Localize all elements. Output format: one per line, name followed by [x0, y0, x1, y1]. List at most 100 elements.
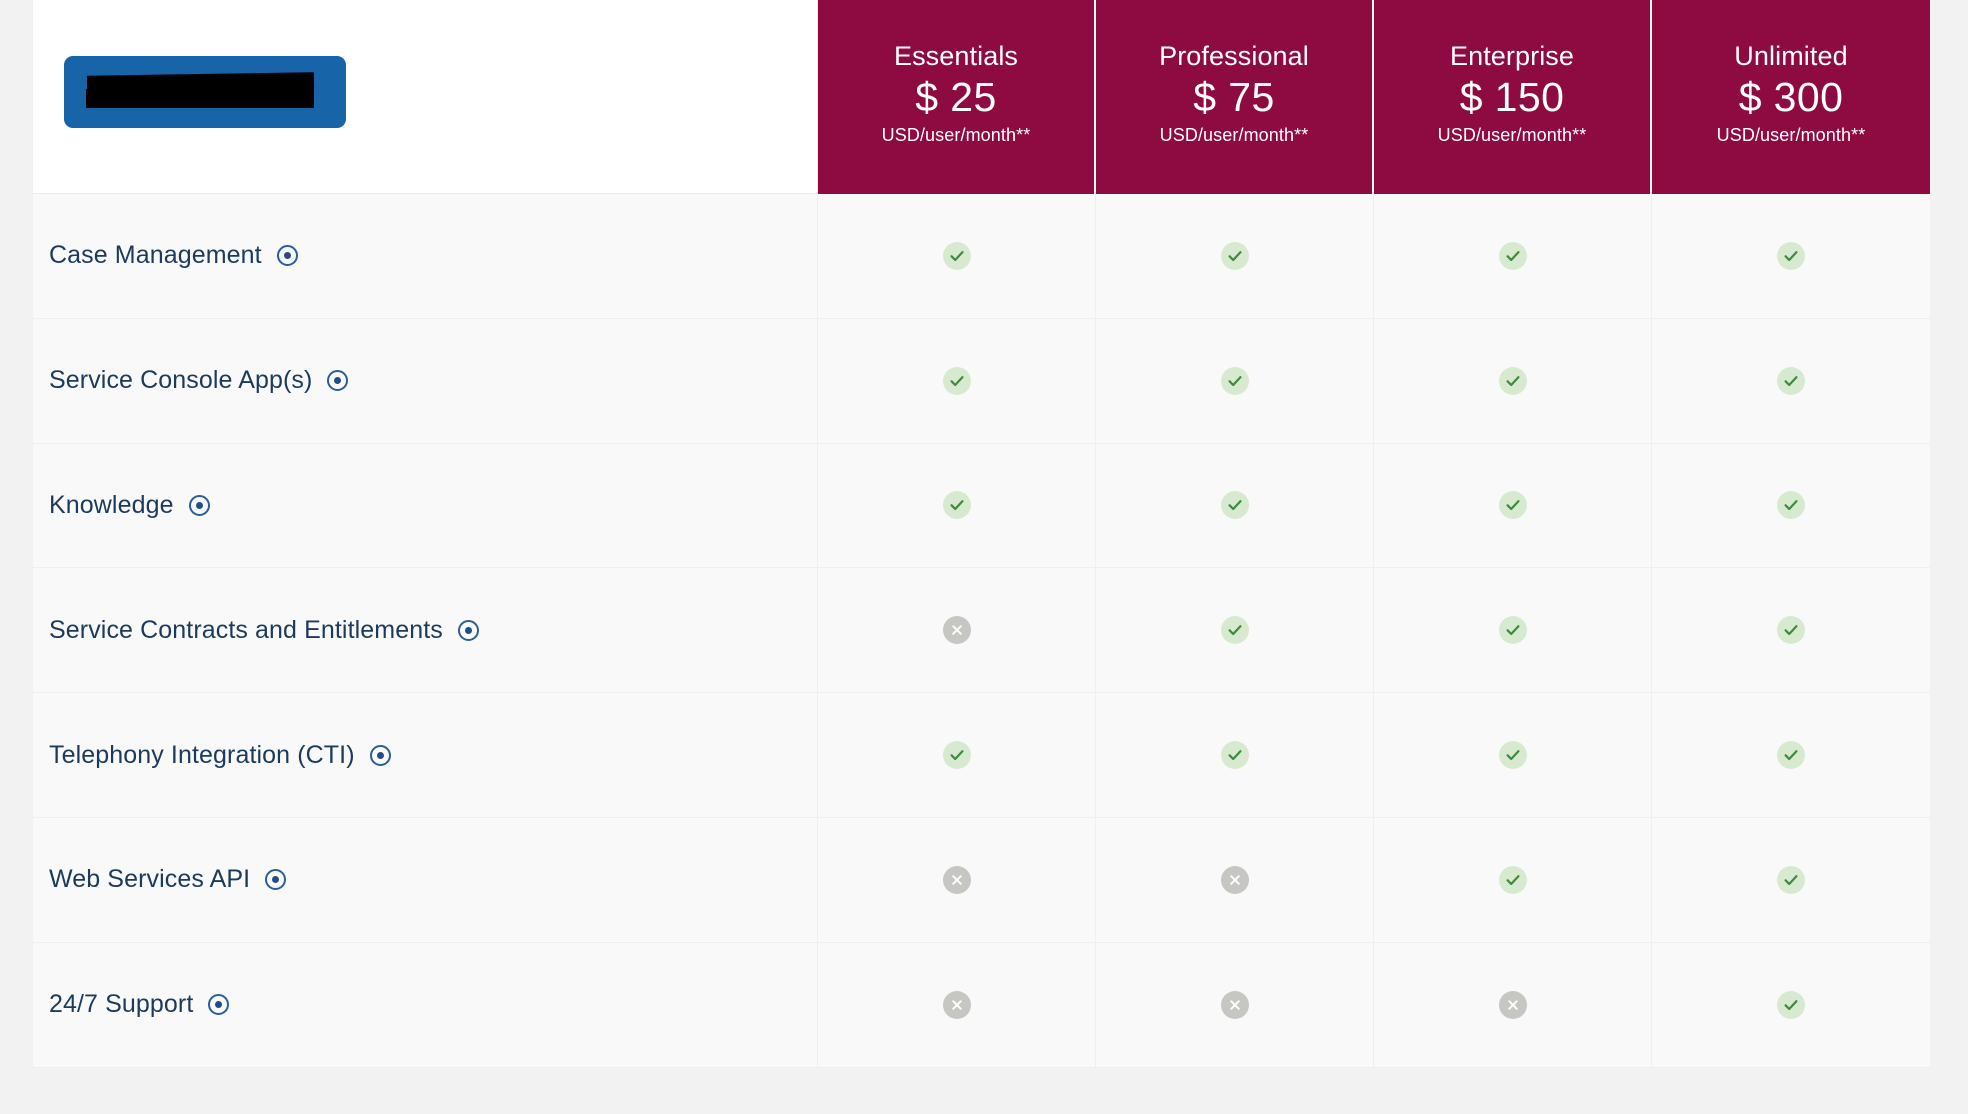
check-circle-icon — [942, 366, 971, 395]
feature-cell-unlimited — [1652, 818, 1930, 942]
check-circle-icon — [1498, 741, 1527, 770]
check-circle-icon — [1777, 366, 1805, 395]
plan-name: Unlimited — [1734, 41, 1848, 72]
check-circle-icon — [1220, 741, 1249, 770]
feature-cell-enterprise — [1374, 318, 1652, 443]
feature-cell-enterprise — [1374, 817, 1652, 942]
x-circle-icon — [942, 990, 971, 1019]
plan-price: $ 150 — [1459, 74, 1565, 121]
feature-label-cell: 24/7 Support — [33, 942, 818, 1067]
pricing-comparison-table: Essentials $ 25 USD/user/month** Profess… — [33, 0, 1930, 1068]
feature-cell-professional — [1096, 817, 1374, 942]
feature-cell-enterprise — [1374, 443, 1652, 568]
table-row: Knowledge — [33, 443, 1930, 569]
feature-label: 24/7 Support — [49, 990, 194, 1019]
feature-label: Service Console App(s) — [49, 366, 313, 395]
table-row: Service Contracts and Entitlements — [33, 568, 1930, 694]
check-circle-icon — [1777, 491, 1805, 520]
check-circle-icon — [1498, 865, 1527, 894]
table-header-row: Essentials $ 25 USD/user/month** Profess… — [33, 0, 1930, 194]
plan-name: Enterprise — [1449, 41, 1575, 72]
info-ring-icon[interactable] — [208, 994, 230, 1016]
check-circle-icon — [1777, 741, 1805, 770]
plan-header-enterprise[interactable]: Enterprise $ 150 USD/user/month** — [1374, 0, 1652, 194]
check-circle-icon — [1777, 865, 1805, 894]
feature-cell-professional — [1096, 568, 1374, 693]
check-circle-icon — [942, 491, 971, 520]
plan-name: Essentials — [893, 41, 1019, 72]
feature-label: Telephony Integration (CTI) — [49, 740, 355, 769]
feature-cell-professional — [1096, 194, 1374, 318]
plan-price: $ 75 — [1193, 74, 1275, 121]
check-circle-icon — [1220, 241, 1249, 270]
x-circle-icon — [1220, 990, 1249, 1019]
feature-cell-professional — [1096, 443, 1374, 568]
info-ring-icon[interactable] — [457, 619, 479, 641]
plan-unit: USD/user/month** — [1437, 125, 1587, 146]
check-circle-icon — [942, 741, 971, 770]
check-circle-icon — [1220, 366, 1249, 395]
table-body: Case Management Service Console App(s) Kno… — [33, 194, 1930, 1068]
plan-name: Professional — [1159, 41, 1309, 72]
plan-price: $ 25 — [915, 74, 997, 121]
feature-cell-unlimited — [1652, 444, 1930, 568]
feature-cell-professional — [1096, 693, 1374, 817]
table-row: Web Services API — [33, 817, 1930, 943]
feature-cell-unlimited — [1652, 943, 1930, 1067]
feature-cell-enterprise — [1374, 942, 1652, 1067]
info-ring-icon[interactable] — [265, 869, 287, 891]
table-row: Telephony Integration (CTI) — [33, 693, 1930, 818]
check-circle-icon — [1220, 616, 1249, 645]
feature-cell-essentials — [818, 942, 1096, 1067]
plan-unit: USD/user/month** — [881, 125, 1031, 146]
plan-unit: USD/user/month** — [1159, 125, 1309, 146]
feature-cell-essentials — [818, 443, 1096, 568]
check-circle-icon — [1777, 990, 1805, 1019]
feature-cell-professional — [1096, 942, 1374, 1067]
table-row: Service Console App(s) — [33, 318, 1930, 444]
info-ring-icon[interactable] — [188, 494, 210, 516]
feature-cell-enterprise — [1374, 693, 1652, 817]
table-row: 24/7 Support — [33, 942, 1930, 1068]
feature-cell-professional — [1096, 318, 1374, 443]
feature-cell-essentials — [818, 194, 1096, 318]
feature-label-cell: Service Contracts and Entitlements — [33, 568, 818, 693]
feature-label: Case Management — [49, 241, 262, 270]
feature-cell-essentials — [818, 817, 1096, 942]
feature-label-cell: Telephony Integration (CTI) — [33, 693, 818, 817]
feature-label-cell: Knowledge — [33, 443, 818, 568]
x-circle-icon — [1498, 990, 1527, 1019]
feature-label-cell: Service Console App(s) — [33, 318, 818, 443]
x-circle-icon — [942, 616, 971, 645]
feature-cell-unlimited — [1652, 194, 1930, 318]
redaction-bar-bottom — [86, 89, 314, 108]
x-circle-icon — [1220, 865, 1249, 894]
plan-unit: USD/user/month** — [1716, 125, 1866, 146]
feature-cell-unlimited — [1652, 693, 1930, 817]
info-ring-icon[interactable] — [327, 370, 349, 392]
feature-cell-essentials — [818, 568, 1096, 693]
feature-cell-essentials — [818, 693, 1096, 817]
x-circle-icon — [942, 865, 971, 894]
plan-header-essentials[interactable]: Essentials $ 25 USD/user/month** — [818, 0, 1096, 194]
plan-price: $ 300 — [1738, 74, 1844, 121]
check-circle-icon — [1498, 241, 1527, 270]
check-circle-icon — [1220, 491, 1249, 520]
check-circle-icon — [1498, 616, 1527, 645]
check-circle-icon — [942, 241, 971, 270]
plan-header-unlimited[interactable]: Unlimited $ 300 USD/user/month** — [1652, 0, 1930, 194]
feature-cell-unlimited — [1652, 568, 1930, 692]
check-circle-icon — [1498, 366, 1527, 395]
feature-label-cell: Web Services API — [33, 817, 818, 942]
feature-label-cell: Case Management — [33, 194, 818, 318]
table-row: Case Management — [33, 194, 1930, 319]
feature-cell-enterprise — [1374, 568, 1652, 693]
feature-cell-essentials — [818, 318, 1096, 443]
info-ring-icon[interactable] — [369, 744, 391, 766]
info-ring-icon[interactable] — [276, 245, 298, 267]
plan-header-professional[interactable]: Professional $ 75 USD/user/month** — [1096, 0, 1374, 194]
check-circle-icon — [1777, 241, 1805, 270]
feature-cell-unlimited — [1652, 319, 1930, 443]
check-circle-icon — [1498, 491, 1527, 520]
feature-label: Knowledge — [49, 490, 174, 519]
